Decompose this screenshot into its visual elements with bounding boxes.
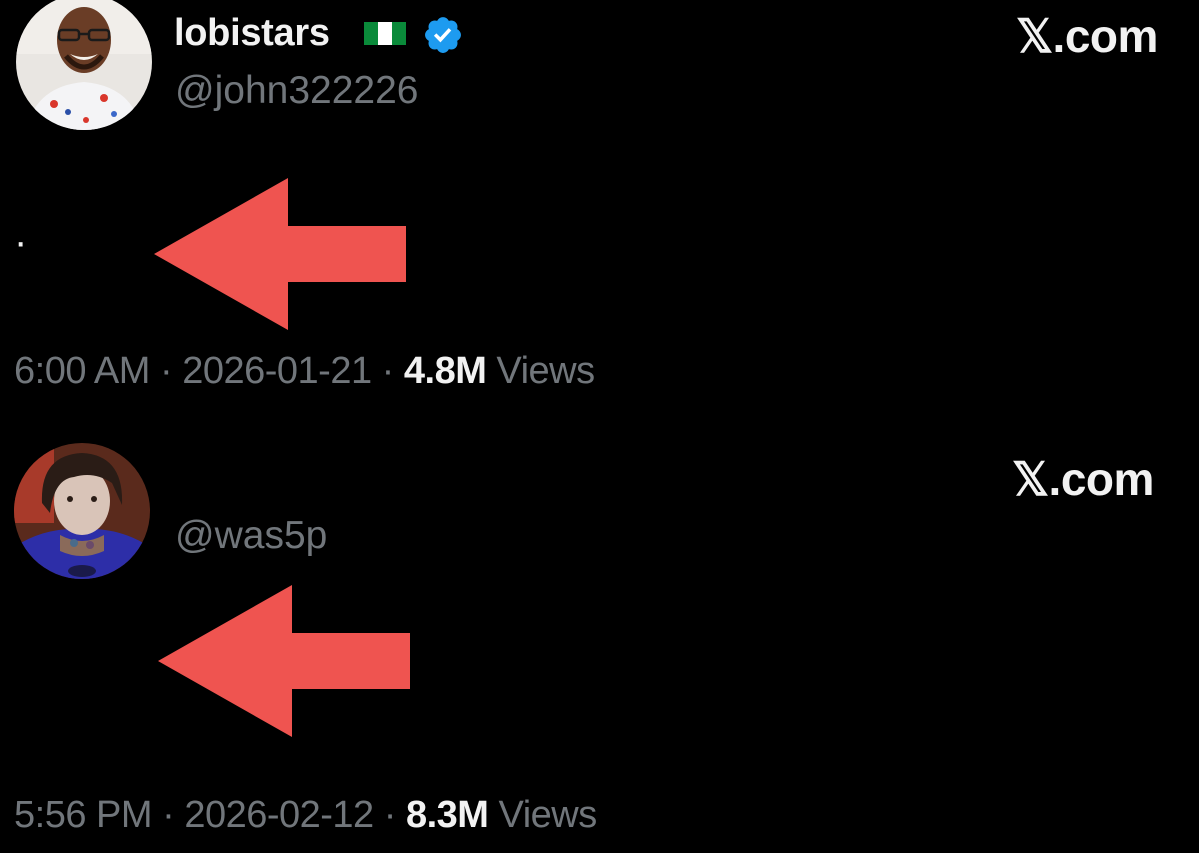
x-logo: 𝕏.com <box>1012 453 1154 505</box>
tweet-date[interactable]: 2026-01-21 <box>182 350 372 392</box>
nigeria-flag-icon <box>364 22 406 45</box>
views-count: 4.8M <box>403 350 487 392</box>
separator: · <box>381 350 395 392</box>
views-label: Views <box>496 350 595 392</box>
red-left-arrow-icon <box>158 585 410 737</box>
views-label: Views <box>498 794 598 836</box>
separator: · <box>159 350 173 392</box>
user-handle[interactable]: @john322226 <box>175 69 418 113</box>
tweet-date[interactable]: 2026-02-12 <box>184 794 374 836</box>
tweet-card: @was5p 𝕏.com 5:56 PM · 2026-02-12 · 8.3M… <box>0 420 1199 853</box>
tweet-time[interactable]: 5:56 PM <box>14 794 153 836</box>
tweet-text: · <box>14 220 28 264</box>
x-logo: 𝕏.com <box>1016 10 1158 62</box>
display-name[interactable]: lobistars <box>174 12 330 55</box>
separator: · <box>383 794 397 836</box>
user-handle[interactable]: @was5p <box>175 514 327 558</box>
verified-badge-icon <box>425 17 461 53</box>
avatar[interactable] <box>16 0 152 130</box>
views-count: 8.3M <box>405 794 489 836</box>
tweet-time[interactable]: 6:00 AM <box>14 350 150 392</box>
red-left-arrow-icon <box>154 178 406 330</box>
tweet-metadata: 5:56 PM · 2026-02-12 · 8.3M Views <box>14 794 597 837</box>
tweet-card: lobistars @john322226 𝕏.com · 6:00 AM · … <box>0 0 1199 420</box>
tweet-metadata: 6:00 AM · 2026-01-21 · 4.8M Views <box>14 350 595 393</box>
separator: · <box>162 794 175 836</box>
avatar[interactable] <box>14 443 150 579</box>
